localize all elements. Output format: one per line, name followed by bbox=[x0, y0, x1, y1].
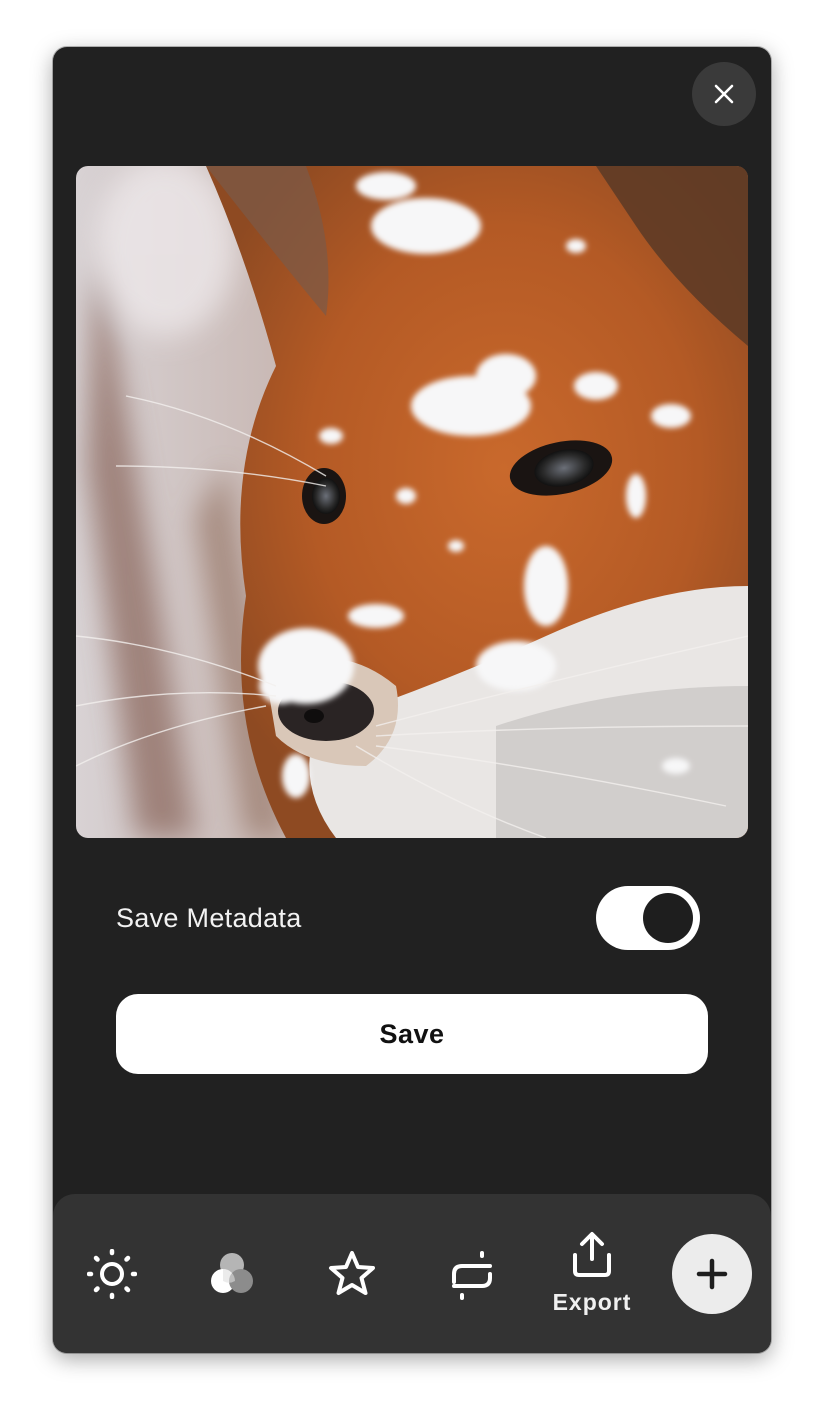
metadata-toggle[interactable] bbox=[596, 886, 700, 950]
star-icon bbox=[329, 1250, 375, 1295]
toggle-knob bbox=[643, 893, 693, 943]
plus-icon bbox=[696, 1258, 728, 1290]
export-label: Export bbox=[552, 1289, 632, 1315]
photo-preview bbox=[76, 166, 748, 838]
close-button[interactable] bbox=[692, 62, 756, 126]
adjust-icon bbox=[452, 1250, 492, 1300]
metadata-row: Save Metadata bbox=[116, 885, 700, 950]
brightness-tool-button[interactable] bbox=[62, 1194, 162, 1353]
color-filters-tool-button[interactable] bbox=[182, 1194, 282, 1353]
export-dialog: Save Metadata Save Export bbox=[53, 47, 771, 1353]
favorite-tool-button[interactable] bbox=[302, 1194, 402, 1353]
adjust-tool-button[interactable] bbox=[422, 1194, 522, 1353]
color-filters-icon bbox=[211, 1252, 253, 1293]
export-icon bbox=[573, 1232, 611, 1277]
add-button[interactable] bbox=[672, 1234, 752, 1314]
save-button[interactable]: Save bbox=[116, 994, 708, 1074]
export-tool-button[interactable]: Export bbox=[542, 1194, 642, 1353]
bottom-toolbar: Export bbox=[53, 1194, 771, 1353]
brightness-icon bbox=[87, 1248, 137, 1299]
metadata-label: Save Metadata bbox=[116, 903, 302, 933]
close-icon bbox=[714, 84, 734, 104]
